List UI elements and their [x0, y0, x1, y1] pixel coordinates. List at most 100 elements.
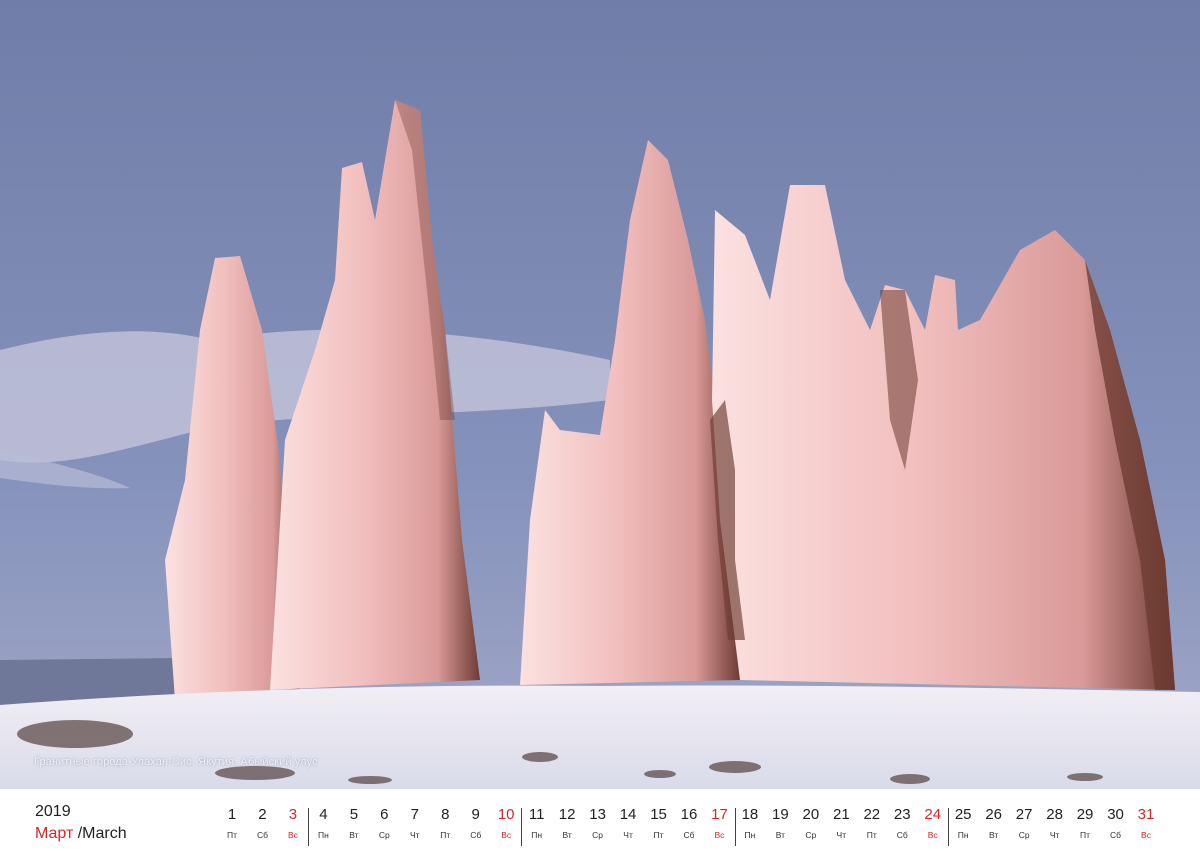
photo-caption: Гранитные города Улахан-Сис. Якутия. Абы…: [34, 756, 318, 768]
day-number: 27: [1015, 806, 1033, 823]
photo-illustration: [0, 0, 1200, 789]
day-of-week: Сб: [1110, 830, 1122, 840]
calendar-day: 7 Чт: [401, 806, 429, 840]
day-of-week: Пт: [1080, 830, 1091, 840]
day-number: 26: [985, 806, 1002, 823]
day-of-week: Пт: [226, 830, 237, 840]
calendar-day: 21 Чт: [827, 806, 855, 840]
day-of-week: Пт: [440, 830, 451, 840]
day-of-week: Вт: [562, 830, 572, 840]
calendar-day: 30 Сб: [1102, 806, 1130, 840]
day-number: 14: [619, 806, 637, 823]
day-of-week: Пн: [957, 830, 969, 840]
day-of-week: Сб: [470, 830, 482, 840]
day-number: 5: [349, 806, 359, 823]
day-number: 21: [832, 806, 850, 823]
day-number: 4: [319, 806, 328, 823]
day-of-week: Чт: [1049, 830, 1060, 840]
day-number: 18: [741, 806, 759, 823]
calendar-day: 29 Пт: [1071, 806, 1099, 840]
day-number: 2: [258, 806, 267, 823]
day-of-week: Вс: [501, 830, 512, 840]
day-of-week: Пт: [866, 830, 877, 840]
calendar-day: 9 Сб: [462, 806, 490, 840]
day-of-week: Пн: [744, 830, 756, 840]
day-of-week: Вт: [775, 830, 786, 840]
calendar-day: 22 Пт: [858, 806, 886, 840]
calendar-day: 4 Пн: [309, 806, 337, 840]
calendar-day: 2 Сб: [248, 806, 276, 840]
day-number: 9: [471, 806, 480, 823]
day-number: 11: [528, 806, 545, 823]
calendar-day: 20 Ср: [797, 806, 825, 840]
calendar-day: 18 Пн: [736, 806, 764, 840]
day-number: 1: [227, 806, 237, 823]
calendar-strip: 2019 Март /March 1 Пт 2 Сб 3 Вс 4 Пн 5 Вт 6 Ср 7 Чт 8 П…: [0, 789, 1200, 851]
month-name-en: /March: [77, 825, 127, 842]
day-of-week: Чт: [836, 830, 847, 840]
day-of-week: Ср: [805, 830, 817, 840]
day-number: 22: [863, 806, 881, 823]
day-number: 3: [288, 806, 298, 823]
day-number: 12: [558, 806, 576, 823]
day-of-week: Ср: [378, 830, 390, 840]
day-of-week: Сб: [683, 830, 695, 840]
calendar-day: 27 Ср: [1010, 806, 1038, 840]
day-number: 28: [1046, 806, 1063, 823]
calendar-day: 19 Вт: [766, 806, 794, 840]
calendar-day: 10 Вс: [492, 806, 520, 840]
day-number: 10: [497, 806, 515, 823]
calendar-day: 12 Вт: [553, 806, 581, 840]
day-of-week: Пн: [317, 830, 329, 840]
day-of-week: Вс: [287, 830, 298, 840]
day-number: 20: [802, 806, 820, 823]
day-of-week: Чт: [410, 830, 420, 840]
snow-ground: [0, 685, 1200, 789]
day-number: 15: [650, 806, 667, 823]
day-number: 23: [893, 806, 911, 823]
calendar-day: 14 Чт: [614, 806, 642, 840]
calendar-month: Март /March: [35, 825, 127, 843]
day-number: 25: [954, 806, 972, 823]
calendar-day: 1 Пт: [218, 806, 246, 840]
calendar-day: 17 Вс: [705, 806, 733, 840]
day-of-week: Пт: [653, 830, 664, 840]
day-number: 8: [441, 806, 450, 823]
calendar-day: 23 Сб: [888, 806, 916, 840]
day-of-week: Сб: [896, 830, 908, 840]
day-of-week: Вс: [927, 830, 938, 840]
calendar-day: 6 Ср: [370, 806, 398, 840]
day-of-week: Сб: [256, 830, 268, 840]
calendar-day: 8 Пт: [431, 806, 459, 840]
day-of-week: Вт: [989, 830, 999, 840]
calendar-day: 28 Чт: [1041, 806, 1069, 840]
day-number: 30: [1107, 806, 1124, 823]
day-number: 19: [772, 806, 789, 823]
landscape-photo: Гранитные города Улахан-Сис. Якутия. Абы…: [0, 0, 1200, 789]
day-number: 6: [380, 806, 389, 823]
day-number: 24: [924, 806, 942, 823]
calendar-day: 15 Пт: [645, 806, 673, 840]
day-of-week: Пн: [531, 830, 543, 840]
calendar-day: 24 Вс: [919, 806, 947, 840]
calendar-day: 11 Пн: [523, 806, 551, 840]
calendar-day: 26 Вт: [980, 806, 1008, 840]
calendar-day: 5 Вт: [340, 806, 368, 840]
day-of-week: Чт: [623, 830, 633, 840]
calendar-day: 3 Вс: [279, 806, 307, 840]
day-number: 13: [589, 806, 606, 823]
day-number: 16: [680, 806, 698, 823]
day-of-week: Вт: [349, 830, 359, 840]
day-number: 17: [711, 806, 728, 823]
calendar-day: 13 Ср: [584, 806, 612, 840]
calendar-day: 16 Сб: [675, 806, 703, 840]
day-of-week: Ср: [1018, 830, 1030, 840]
day-of-week: Ср: [592, 830, 604, 840]
calendar-day: 25 Пн: [949, 806, 977, 840]
day-number: 31: [1137, 806, 1155, 823]
day-of-week: Вс: [714, 830, 725, 840]
day-number: 7: [410, 806, 419, 823]
day-number: 29: [1076, 806, 1094, 823]
calendar-year: 2019: [35, 803, 71, 820]
month-name-ru: Март: [35, 825, 74, 842]
